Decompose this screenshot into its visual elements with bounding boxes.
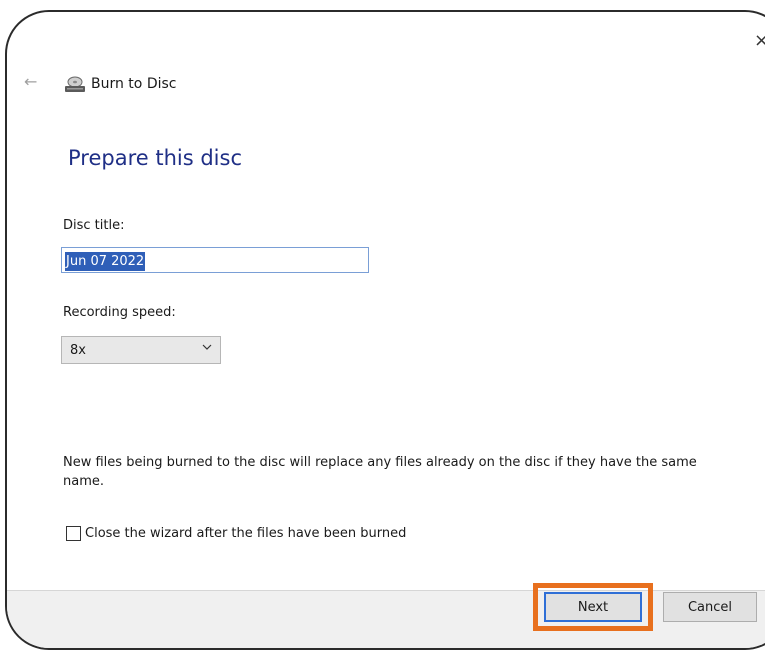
disc-burner-icon <box>65 76 85 92</box>
close-icon[interactable]: × <box>754 32 765 50</box>
disc-title-value: Jun 07 2022 <box>65 252 146 271</box>
close-wizard-option[interactable]: Close the wizard after the files have be… <box>66 523 406 543</box>
close-wizard-label: Close the wizard after the files have be… <box>85 525 407 541</box>
chevron-down-icon <box>202 344 212 350</box>
disc-title-label: Disc title: <box>63 218 125 233</box>
recording-speed-label: Recording speed: <box>63 305 176 320</box>
close-wizard-checkbox[interactable] <box>66 525 81 541</box>
recording-speed-select[interactable]: 8x <box>61 336 221 364</box>
next-button[interactable]: Next <box>544 592 642 622</box>
page-title: Prepare this disc <box>68 146 242 170</box>
burn-to-disc-dialog: × ← Burn to Disc Prepare this disc Disc … <box>5 10 765 650</box>
cancel-button[interactable]: Cancel <box>663 592 757 622</box>
info-text: New files being burned to the disc will … <box>63 455 697 489</box>
window-title: Burn to Disc <box>91 76 177 92</box>
disc-title-input[interactable]: Jun 07 2022 <box>61 247 369 273</box>
recording-speed-value: 8x <box>70 343 86 358</box>
back-arrow-icon[interactable]: ← <box>24 74 37 90</box>
